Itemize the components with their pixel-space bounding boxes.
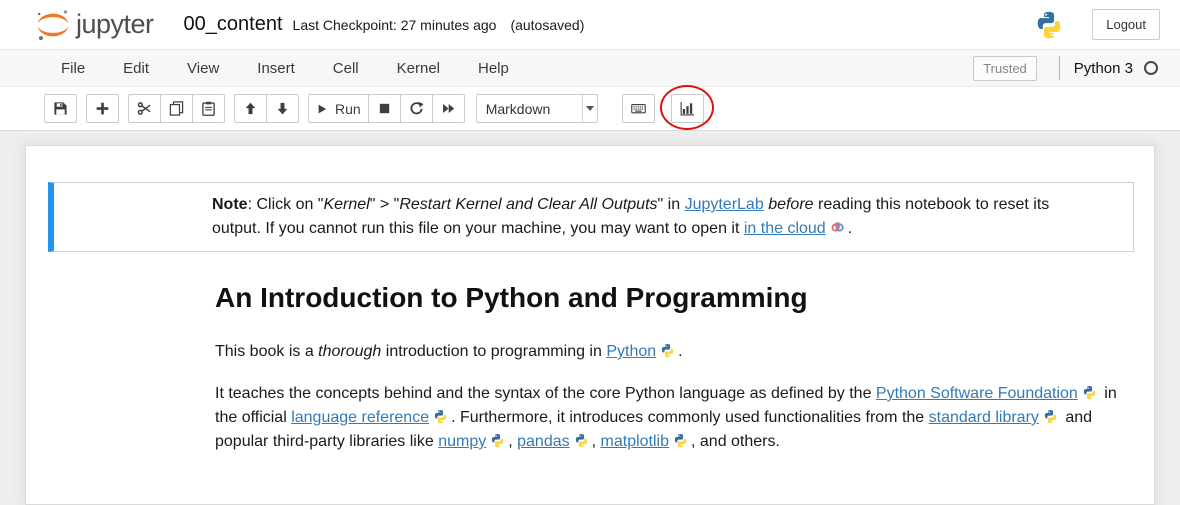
note-italic-kernel: Kernel [323,196,369,213]
paste-icon [201,101,216,116]
restart-icon [409,101,424,116]
numpy-link[interactable]: numpy [438,433,486,450]
para-text: , [592,433,601,450]
note-text: : Click on " [248,196,324,213]
move-down-icon [275,101,290,116]
copy-icon [169,101,184,116]
run-button[interactable]: Run [308,94,369,123]
checkpoint-status: Last Checkpoint: 27 minutes ago [293,17,497,33]
menu-file[interactable]: File [42,50,104,87]
bar-chart-button[interactable] [671,94,704,123]
para-text: It teaches the concepts behind and the s… [215,385,876,402]
pandas-link[interactable]: pandas [517,433,570,450]
menu-insert[interactable]: Insert [238,50,314,87]
notebook-page: Note: Click on "Kernel" > "Restart Kerne… [25,145,1155,505]
cloud-link[interactable]: in the cloud [744,220,826,237]
psf-link[interactable]: Python Software Foundation [876,385,1078,402]
para-text: , [508,433,517,450]
para-text: This book is a [215,343,318,360]
interrupt-kernel-button[interactable] [368,94,401,123]
add-cell-icon [95,101,110,116]
dropdown-caret-icon [582,95,597,122]
logout-button[interactable]: Logout [1092,9,1160,40]
cut-icon [137,101,152,116]
move-up-icon [243,101,258,116]
menubar-separator [1059,56,1060,80]
copy-button[interactable] [160,94,193,123]
python-icon [490,433,505,448]
note-alert-cell: Note: Click on "Kernel" > "Restart Kerne… [48,182,1134,252]
menu-help[interactable]: Help [459,50,528,87]
note-text: " in [658,196,685,213]
kernel-idle-indicator-icon [1144,61,1158,75]
menu-kernel[interactable]: Kernel [378,50,459,87]
para-text: . [678,343,682,360]
fast-forward-icon [441,101,456,116]
markdown-cell: An Introduction to Python and Programmin… [215,286,1121,454]
italic-thorough: thorough [318,343,381,360]
paste-button[interactable] [192,94,225,123]
standard-library-link[interactable]: standard library [929,409,1039,426]
restart-run-all-button[interactable] [432,94,465,123]
page-title: An Introduction to Python and Programmin… [215,286,1121,310]
menu-view[interactable]: View [168,50,238,87]
add-cell-button[interactable] [86,94,119,123]
note-italic-restart: Restart Kernel and Clear All Outputs [399,196,657,213]
note-italic-before: before [768,196,813,213]
command-palette-button[interactable] [622,94,655,123]
notebook-title[interactable]: 00_content [184,13,283,36]
python-icon [433,409,448,424]
jupyter-wordmark: jupyter [76,9,154,40]
matplotlib-link[interactable]: matplotlib [601,433,669,450]
teaches-paragraph: It teaches the concepts behind and the s… [215,382,1121,454]
python-icon [673,433,688,448]
notebook-header: jupyter 00_content Last Checkpoint: 27 m… [0,0,1180,50]
cell-type-dropdown[interactable]: Markdown [476,94,598,123]
run-label: Run [335,101,361,117]
python-logo-icon [1034,10,1064,40]
menu-cell[interactable]: Cell [314,50,378,87]
save-icon [53,101,68,116]
notebook-site: Note: Click on "Kernel" > "Restart Kerne… [0,131,1180,505]
cut-button[interactable] [128,94,161,123]
jupyter-logo-link[interactable]: jupyter [36,8,154,42]
binder-icon [830,220,845,235]
kernel-name: Python 3 [1074,60,1133,77]
language-reference-link[interactable]: language reference [291,409,429,426]
run-icon [316,103,328,115]
para-text: , and others. [691,433,780,450]
stop-icon [377,101,392,116]
python-icon [574,433,589,448]
menu-edit[interactable]: Edit [104,50,168,87]
note-label: Note [212,196,248,213]
save-button[interactable] [44,94,77,123]
trusted-badge[interactable]: Trusted [973,56,1037,81]
menubar: File Edit View Insert Cell Kernel Help T… [0,50,1180,87]
python-link[interactable]: Python [606,343,656,360]
note-text: . [848,220,852,237]
bar-chart-icon [680,101,695,116]
intro-paragraph: This book is a thorough introduction to … [215,340,1121,364]
jupyterlab-link[interactable]: JupyterLab [685,196,764,213]
toolbar: Run Markdown [0,87,1180,131]
move-cell-down-button[interactable] [266,94,299,123]
autosave-status: (autosaved) [510,17,584,33]
python-icon [1043,409,1058,424]
restart-kernel-button[interactable] [400,94,433,123]
cell-type-value: Markdown [477,101,582,117]
para-text: introduction to programming in [381,343,606,360]
python-icon [660,343,675,358]
jupyter-logo-icon [36,8,70,42]
keyboard-icon [631,101,646,116]
note-text: " > " [370,196,400,213]
move-cell-up-button[interactable] [234,94,267,123]
python-icon [1082,385,1097,400]
para-text: . Furthermore, it introduces commonly us… [451,409,929,426]
